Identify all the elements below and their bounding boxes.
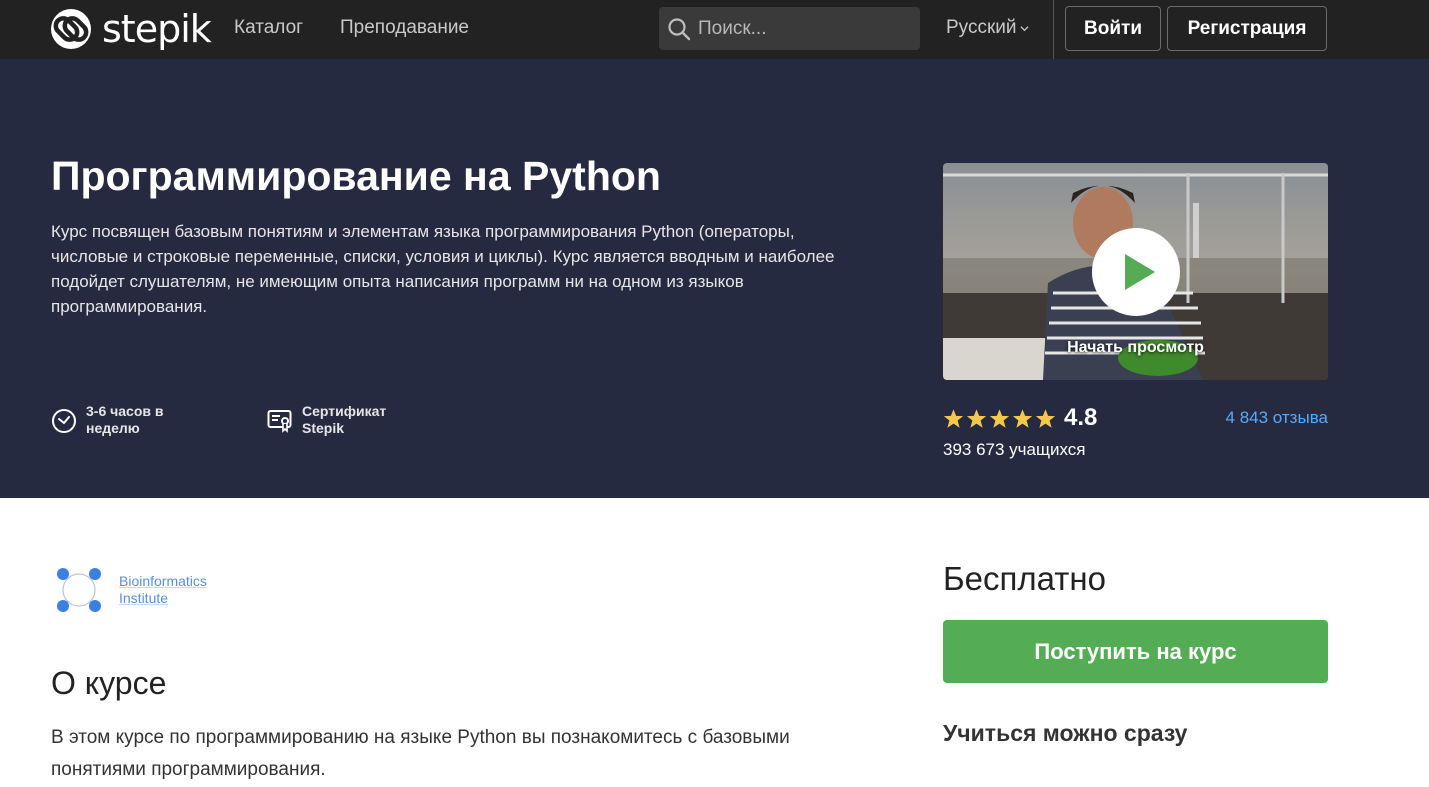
language-label: Русский xyxy=(946,17,1017,38)
organization-logo-icon xyxy=(57,568,101,612)
workload-line-1: 3-6 часов в xyxy=(86,403,164,419)
clock-icon xyxy=(52,409,76,433)
rating: 4.8 xyxy=(943,405,1097,431)
nav-link-catalog[interactable]: Каталог xyxy=(234,16,303,40)
nav-link-teaching[interactable]: Преподавание xyxy=(340,16,469,40)
certificate-line-1: Сертификат xyxy=(302,403,387,419)
play-icon xyxy=(1125,254,1155,290)
stepik-logo[interactable]: stepik xyxy=(50,7,212,51)
learners-count: 393 673 учащихся xyxy=(943,440,1086,459)
language-selector[interactable]: Русский xyxy=(946,16,1029,40)
nav-divider xyxy=(1053,0,1054,59)
course-price: Бесплатно xyxy=(943,560,1106,597)
course-description: Курс посвящен базовым понятиям и элемент… xyxy=(51,222,835,316)
star-icon xyxy=(1012,408,1033,428)
star-icon xyxy=(1035,408,1056,428)
logo-text: stepik xyxy=(102,7,212,51)
workload-line-2: неделю xyxy=(86,420,140,436)
certificate-info: Сертификат Stepik xyxy=(267,403,386,437)
course-title: Программирование на Python xyxy=(51,153,661,199)
certificate-line-2: Stepik xyxy=(302,420,345,436)
chevron-down-icon xyxy=(1019,25,1029,31)
star-icon xyxy=(943,408,964,428)
organization-name-line-1: Bioinformatics xyxy=(119,573,207,589)
course-hero: Программирование на Python Курс посвящен… xyxy=(0,59,1429,498)
play-button[interactable] xyxy=(1092,228,1180,316)
top-navbar: stepik Каталог Преподавание Русский Войт… xyxy=(0,0,1429,59)
about-text: В этом курсе по программированию на язык… xyxy=(51,727,790,780)
login-button[interactable]: Войти xyxy=(1065,6,1161,51)
organization-name-line-2: Institute xyxy=(119,590,169,606)
star-icon xyxy=(989,408,1010,428)
star-icon xyxy=(966,408,987,428)
stepik-logo-icon xyxy=(51,9,91,49)
search-box[interactable] xyxy=(659,7,920,50)
search-icon xyxy=(668,18,691,41)
search-input[interactable] xyxy=(698,7,908,50)
certificate-icon xyxy=(267,410,292,433)
rating-value: 4.8 xyxy=(1064,404,1098,431)
start-watching-label: Начать просмотр xyxy=(1067,339,1204,356)
about-heading: О курсе xyxy=(51,665,167,701)
reviews-link[interactable]: 4 843 отзыва xyxy=(1226,408,1328,428)
enroll-button[interactable]: Поступить на курс xyxy=(943,620,1328,683)
course-promo-video[interactable]: Начать просмотр xyxy=(943,163,1328,380)
workload-info: 3-6 часов в неделю xyxy=(51,403,163,437)
learn-now-label: Учиться можно сразу xyxy=(943,720,1188,746)
register-button[interactable]: Регистрация xyxy=(1167,6,1327,51)
author-organization[interactable]: Bioinformatics Institute xyxy=(55,566,207,614)
